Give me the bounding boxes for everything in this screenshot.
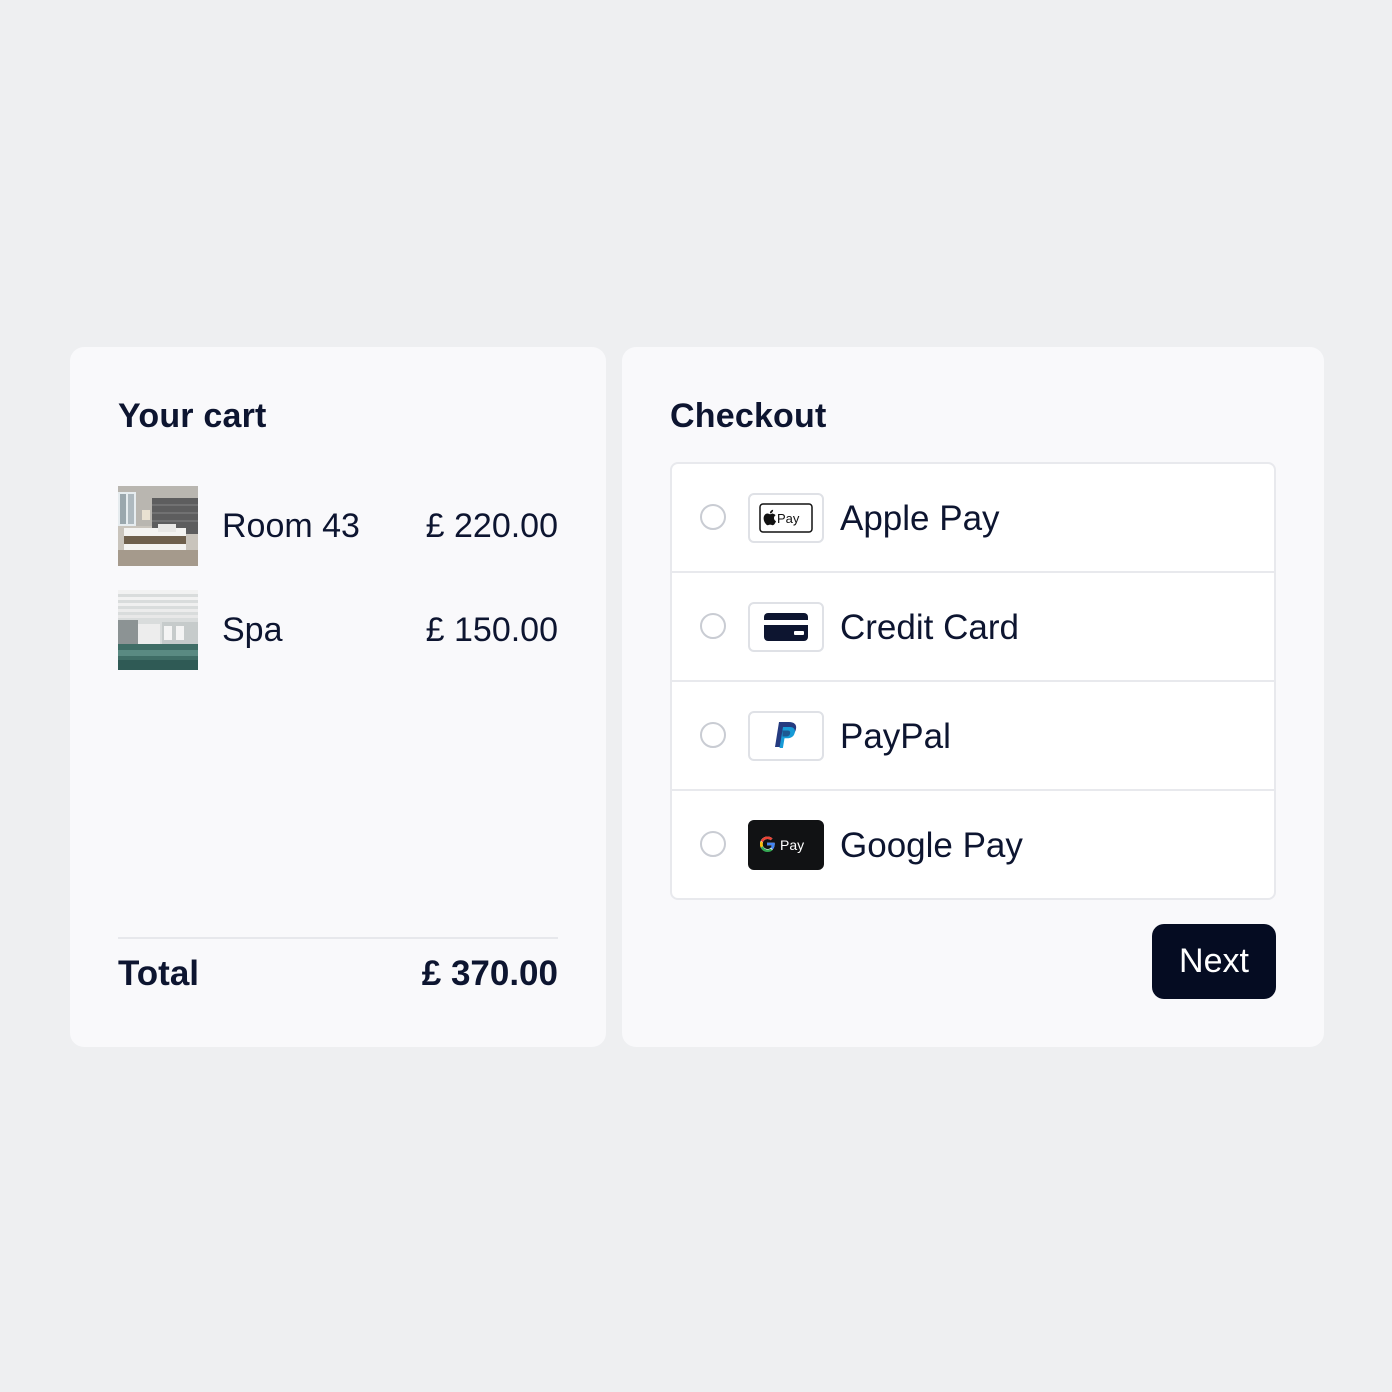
google-pay-icon: Pay — [748, 820, 824, 870]
cart-item-name: Room 43 — [222, 507, 360, 545]
cart-item-room: Room 43 £ 220.00 — [118, 486, 558, 566]
svg-text:Pay: Pay — [777, 511, 800, 526]
paypal-icon — [748, 711, 824, 761]
cart-title: Your cart — [118, 397, 267, 435]
cart-panel: Your cart Room 43 £ 220.00 Spa £ 150.00 … — [70, 347, 606, 1047]
total-divider — [118, 937, 558, 939]
total-label: Total — [118, 954, 200, 993]
svg-text:Pay: Pay — [780, 837, 804, 853]
radio-paypal[interactable] — [700, 722, 726, 748]
cart-item-name: Spa — [222, 611, 283, 649]
method-label: Google Pay — [840, 826, 1023, 865]
total-value: £ 370.00 — [421, 954, 558, 993]
method-label: Apple Pay — [840, 499, 1000, 538]
spa-thumbnail — [118, 590, 198, 670]
radio-credit-card[interactable] — [700, 613, 726, 639]
credit-card-icon — [748, 602, 824, 652]
radio-apple-pay[interactable] — [700, 504, 726, 530]
cart-item-spa: Spa £ 150.00 — [118, 590, 558, 670]
room-thumbnail — [118, 486, 198, 566]
cart-item-price: £ 150.00 — [425, 611, 558, 649]
apple-pay-icon: Pay — [748, 493, 824, 543]
radio-google-pay[interactable] — [700, 831, 726, 857]
method-label: Credit Card — [840, 608, 1019, 647]
payment-option-apple-pay[interactable]: Pay Apple Pay — [672, 464, 1274, 573]
next-button[interactable]: Next — [1152, 924, 1276, 999]
cart-item-price: £ 220.00 — [425, 507, 558, 545]
payment-method-list: Pay Apple Pay Credit Card PayPal Pay Goo… — [670, 462, 1276, 900]
payment-option-paypal[interactable]: PayPal — [672, 682, 1274, 791]
checkout-panel: Checkout Pay Apple Pay Credit Card PayPa… — [622, 347, 1324, 1047]
checkout-title: Checkout — [670, 397, 827, 435]
payment-option-credit-card[interactable]: Credit Card — [672, 573, 1274, 682]
payment-option-google-pay[interactable]: Pay Google Pay — [672, 791, 1274, 898]
method-label: PayPal — [840, 717, 951, 756]
